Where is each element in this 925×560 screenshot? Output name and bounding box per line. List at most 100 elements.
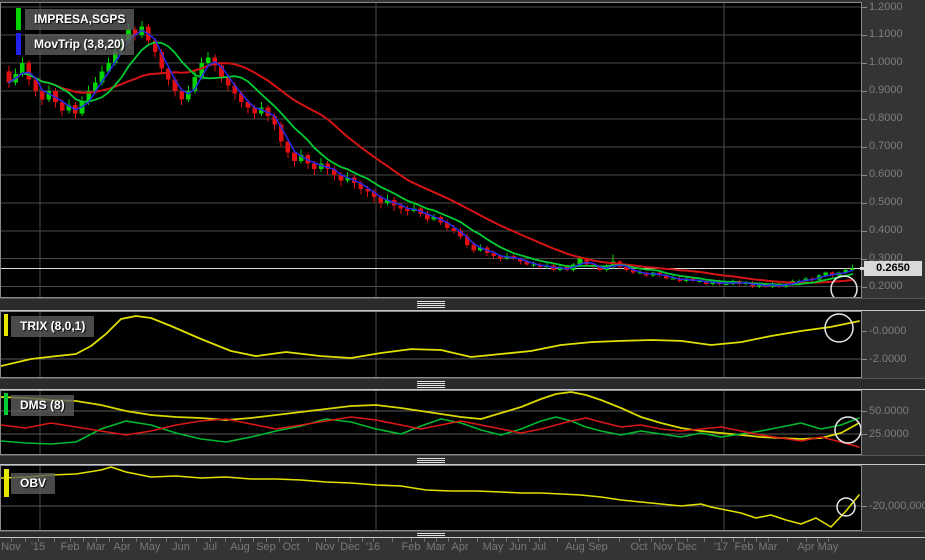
symbol-legend[interactable]: IMPRESA,SGPS (25, 9, 134, 30)
y-axis-label: 0.8000 (869, 112, 903, 125)
x-axis-label: Sep (588, 541, 608, 553)
x-axis-label: Nov (1, 541, 21, 553)
panel-separator (0, 298, 925, 311)
trix-series-swatch (4, 314, 8, 336)
x-axis-tick (424, 538, 425, 542)
x-axis-tick (291, 538, 292, 542)
x-axis-tick (806, 538, 807, 542)
x-axis-label: Aug (230, 541, 250, 553)
obv-series-swatch (4, 469, 9, 497)
y-axis-label: 1.1000 (869, 28, 903, 41)
x-axis-tick (83, 538, 84, 542)
x-axis-label: '15 (31, 541, 45, 553)
y-axis-label: 0.6000 (869, 168, 903, 181)
movtrip-legend[interactable]: MovTrip (3,8,20) (25, 34, 134, 55)
dms-panel[interactable] (0, 390, 862, 455)
x-axis-tick (598, 538, 599, 542)
y-axis-tick (862, 231, 867, 232)
x-axis-label: Feb (61, 541, 80, 553)
panel-separator (0, 455, 925, 465)
x-axis-label: Oct (282, 541, 299, 553)
x-axis-tick (122, 538, 123, 542)
panel-separator (0, 531, 925, 538)
x-axis-label: Feb (402, 541, 421, 553)
x-axis-tick (253, 538, 254, 542)
obv-panel[interactable] (0, 465, 862, 531)
x-axis-tick (721, 538, 722, 542)
y-axis-tick (862, 63, 867, 64)
x-axis-tick (619, 538, 620, 542)
panel-separator (0, 378, 925, 390)
x-axis-label: Sep (256, 541, 276, 553)
x-axis-tick (181, 538, 182, 542)
x-axis-label: Dec (340, 541, 360, 553)
x-axis-tick (448, 538, 449, 542)
x-axis-tick (38, 538, 39, 542)
x-axis-tick (196, 538, 197, 542)
x-axis-tick (279, 538, 280, 542)
x-axis-tick (350, 538, 351, 542)
x-axis-tick (529, 538, 530, 542)
x-axis-tick (675, 538, 676, 542)
x-axis-tick (325, 538, 326, 542)
dms-legend-label: DMS (8) (20, 398, 65, 412)
x-axis-tick (240, 538, 241, 542)
x-axis-tick (11, 538, 12, 542)
x-axis-tick (575, 538, 576, 542)
y-axis-label: -2.0000 (869, 353, 906, 366)
trix-legend[interactable]: TRIX (8,0,1) (11, 316, 94, 337)
x-axis-tick (539, 538, 540, 542)
x-axis-tick (506, 538, 507, 542)
x-axis-label: Nov (653, 541, 673, 553)
x-axis-tick (166, 538, 167, 542)
x-axis-tick (460, 538, 461, 542)
last-price-badge: 0.2650 (864, 261, 922, 276)
y-axis-tick (862, 35, 867, 36)
obv-plot-svg[interactable] (1, 466, 861, 530)
trix-panel[interactable] (0, 311, 862, 378)
y-axis-tick (862, 331, 867, 332)
y-axis-label: 50.0000 (869, 405, 909, 418)
x-axis-tick (557, 538, 558, 542)
x-axis-tick (663, 538, 664, 542)
obv-legend[interactable]: OBV (11, 473, 55, 494)
y-axis-label: 25.0000 (869, 428, 909, 441)
x-axis-label: Jun (509, 541, 527, 553)
x-axis-tick (150, 538, 151, 542)
x-axis-tick (25, 538, 26, 542)
x-axis-label: May (140, 541, 161, 553)
symbol-legend-label: IMPRESA,SGPS (34, 12, 125, 26)
y-axis-tick (862, 175, 867, 176)
trix-plot-svg[interactable] (1, 312, 861, 377)
y-axis-label: 1.0000 (869, 56, 903, 69)
x-axis-tick (477, 538, 478, 542)
x-axis-tick (392, 538, 393, 542)
chart-application: IMPRESA,SGPS MovTrip (3,8,20) TRIX (8,0,… (0, 0, 925, 560)
x-axis-tick (704, 538, 705, 542)
x-axis-tick (96, 538, 97, 542)
y-axis-label: -0.0000 (869, 325, 906, 338)
separator-drag-grip[interactable] (417, 381, 445, 389)
y-axis-label: 0.7000 (869, 140, 903, 153)
y-axis-tick (862, 506, 867, 507)
trix-legend-label: TRIX (8,0,1) (20, 319, 85, 333)
x-axis-label: Jul (203, 541, 217, 553)
movtrip-legend-label: MovTrip (3,8,20) (34, 37, 125, 51)
x-axis-tick (756, 538, 757, 542)
x-axis-label: '17 (714, 541, 728, 553)
dms-legend[interactable]: DMS (8) (11, 395, 74, 416)
y-axis-tick (862, 147, 867, 148)
x-axis-label: May (483, 541, 504, 553)
dms-plot-svg[interactable] (1, 391, 861, 454)
y-axis-label: -20,000,000 (869, 500, 925, 513)
x-axis-label: Mar (759, 541, 778, 553)
x-axis-tick (338, 538, 339, 542)
x-axis-tick (362, 538, 363, 542)
separator-drag-grip[interactable] (417, 533, 445, 538)
separator-drag-grip[interactable] (417, 301, 445, 309)
x-axis-tick (373, 538, 374, 542)
x-axis-label: May (818, 541, 839, 553)
obv-legend-label: OBV (20, 476, 46, 490)
x-axis-tick (225, 538, 226, 542)
x-axis-label: Feb (735, 541, 754, 553)
